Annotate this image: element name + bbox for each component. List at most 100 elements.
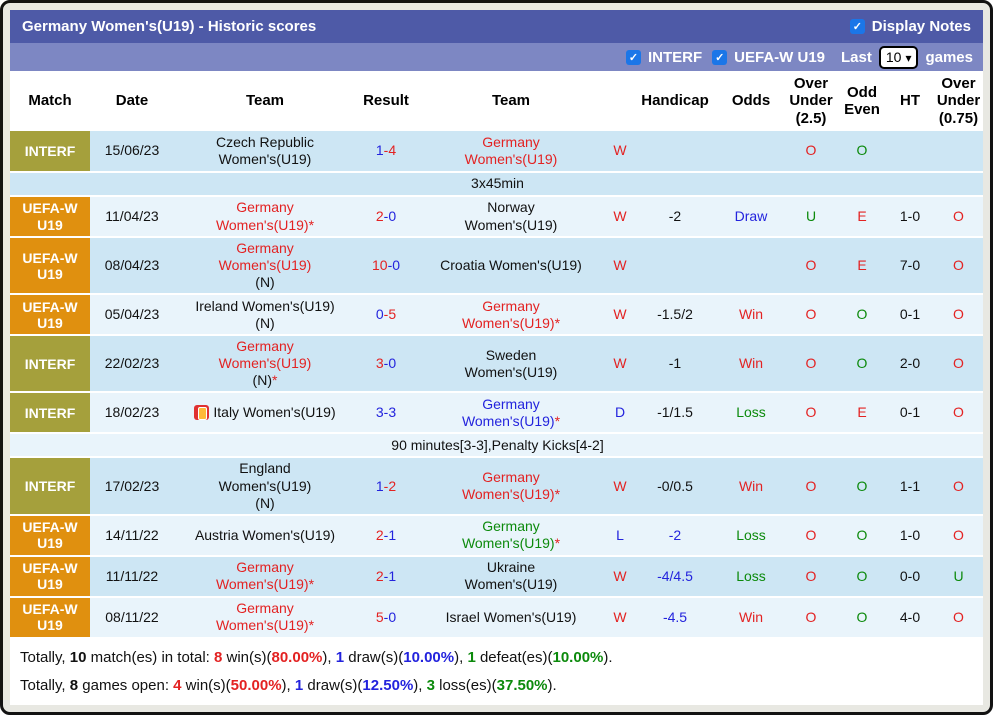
table-row: INTERF 22/02/23 Germany Women's(U19) (N)* 3-… (10, 335, 983, 394)
table-row: UEFA-W U19 05/04/23 Ireland Women's(U19) (N… (10, 294, 983, 337)
text-segment: 1 (467, 648, 476, 666)
text-segment: ), (281, 676, 295, 694)
team-name-line: Germany Women's(U19)* (440, 469, 582, 503)
text-segment: O (856, 608, 868, 625)
match-league-badge: UEFA-W U19 (10, 596, 90, 639)
odds-cell: Win (716, 457, 786, 516)
table-row: UEFA-W U19 08/11/22 Germany Women's(U19)* 5… (10, 596, 983, 639)
text-segment: Draw (734, 207, 768, 224)
summary-footer: Totally, 10 match(es) in total: 8 win(s)… (10, 638, 983, 705)
team-name-line: Austria Women's(U19) (194, 527, 336, 544)
over-under-25-cell: O (786, 596, 836, 639)
table-row: UEFA-W U19 11/04/23 Germany Women's(U19)* 2… (10, 196, 983, 238)
text-segment: U (805, 207, 817, 224)
table-row: INTERF 17/02/23 England Women's(U19) (N) 1-2… (10, 457, 983, 516)
over-under-075-cell: O (932, 335, 983, 394)
away-team-cell: Germany Women's(U19)* (416, 457, 606, 516)
text-segment: -1/1.5 (657, 404, 693, 421)
team-name-line: (N)* (194, 372, 336, 389)
display-notes-label: Display Notes (871, 18, 971, 35)
text-segment: loss(es)( (434, 676, 497, 694)
text-segment: draw(s)( (344, 648, 404, 666)
last-label: Last (841, 48, 872, 66)
over-under-25-cell: U (786, 196, 836, 238)
table-row: INTERF 18/02/23 Italy Women's(U19) 3-3 Germa… (10, 392, 983, 435)
text-segment: Germany Women's(U19) (464, 133, 558, 167)
text-segment: Loss (736, 526, 766, 543)
filter-group-interf: INTERF (626, 49, 702, 66)
odds-cell: Win (716, 335, 786, 394)
text-segment: O (856, 567, 868, 584)
table-row: UEFA-W U19 14/11/22 Austria Women's(U19) 2-… (10, 514, 983, 557)
over-under-075-cell: O (932, 514, 983, 557)
team-name-line: (N) (194, 495, 336, 512)
text-segment: Czech Republic Women's(U19) (215, 133, 315, 167)
team-name-line: (N) (194, 315, 336, 332)
date-cell: 15/06/23 (90, 131, 174, 173)
match-note-cell: 3x45min (10, 172, 983, 197)
odds-cell: Loss (716, 555, 786, 598)
text-segment: (N) (255, 494, 275, 511)
over-under-075-cell: O (932, 392, 983, 435)
result-cell: 2-0 (356, 196, 416, 238)
away-team-cell: Norway Women's(U19) (416, 196, 606, 238)
date-cell: 17/02/23 (90, 457, 174, 516)
text-segment: -3 (383, 404, 397, 421)
text-segment: 3 (375, 355, 384, 372)
text-segment: ). (603, 648, 613, 666)
match-league-badge: UEFA-W U19 (10, 196, 90, 238)
team-name-line: Germany Women's(U19) (194, 338, 336, 372)
text-segment: * (271, 372, 278, 389)
text-segment: O (805, 608, 817, 625)
interf-checkbox[interactable] (626, 49, 641, 65)
date-cell: 18/02/23 (90, 392, 174, 435)
text-segment: O (953, 207, 964, 224)
text-segment: 10 (371, 257, 388, 274)
home-team-cell: Germany Women's(U19) (N)* (174, 335, 356, 394)
text-segment: O (953, 608, 964, 625)
text-segment: Totally, (20, 648, 70, 666)
odd-even-cell: E (836, 237, 888, 296)
column-header: Team (174, 71, 356, 131)
text-segment: Germany Women's(U19)* (461, 469, 561, 503)
text-segment: 8 (69, 676, 79, 694)
text-segment: Italy Women's(U19) (213, 404, 336, 421)
text-segment: Win (738, 477, 764, 494)
column-header: Date (90, 71, 174, 131)
ht-cell: 0-1 (888, 294, 932, 337)
text-segment: O (953, 355, 964, 372)
ht-cell: 0-1 (888, 392, 932, 435)
text-segment: D (614, 404, 626, 421)
match-note-row: 3x45min (10, 172, 983, 197)
text-segment: W (613, 257, 627, 274)
text-segment: -5 (383, 306, 397, 323)
home-team-cell: Czech Republic Women's(U19) (174, 131, 356, 173)
text-segment: ), (454, 648, 468, 666)
result-cell: 3-0 (356, 335, 416, 394)
filter-group-uefa: UEFA-W U19 (712, 49, 825, 66)
home-team-cell: Germany Women's(U19)* (174, 555, 356, 598)
text-segment: -1 (383, 567, 397, 584)
handicap-cell (634, 131, 716, 173)
text-segment: O (805, 257, 817, 274)
uefa-checkbox[interactable] (712, 49, 728, 65)
away-team-cell: Ukraine Women's(U19) (416, 555, 606, 598)
over-under-075-cell: O (932, 237, 983, 296)
text-segment: O (805, 142, 817, 159)
date-cell: 08/04/23 (90, 237, 174, 296)
text-segment: Austria Women's(U19) (194, 526, 336, 543)
ht-cell: 1-1 (888, 457, 932, 516)
text-segment: win(s)( (222, 648, 272, 666)
odd-even-cell: O (836, 294, 888, 337)
display-notes-checkbox[interactable] (849, 19, 865, 34)
team-name-line: Israel Women's(U19) (440, 609, 582, 626)
over-under-075-cell (932, 131, 983, 173)
text-segment: 10.00% (552, 648, 604, 666)
over-under-075-cell: O (932, 596, 983, 639)
games-count-select[interactable]: 10 (878, 45, 919, 69)
text-segment: O (805, 404, 817, 421)
ht-cell: 7-0 (888, 237, 932, 296)
text-segment: O (953, 306, 964, 323)
away-team-cell: Germany Women's(U19)* (416, 514, 606, 557)
over-under-25-cell: O (786, 555, 836, 598)
